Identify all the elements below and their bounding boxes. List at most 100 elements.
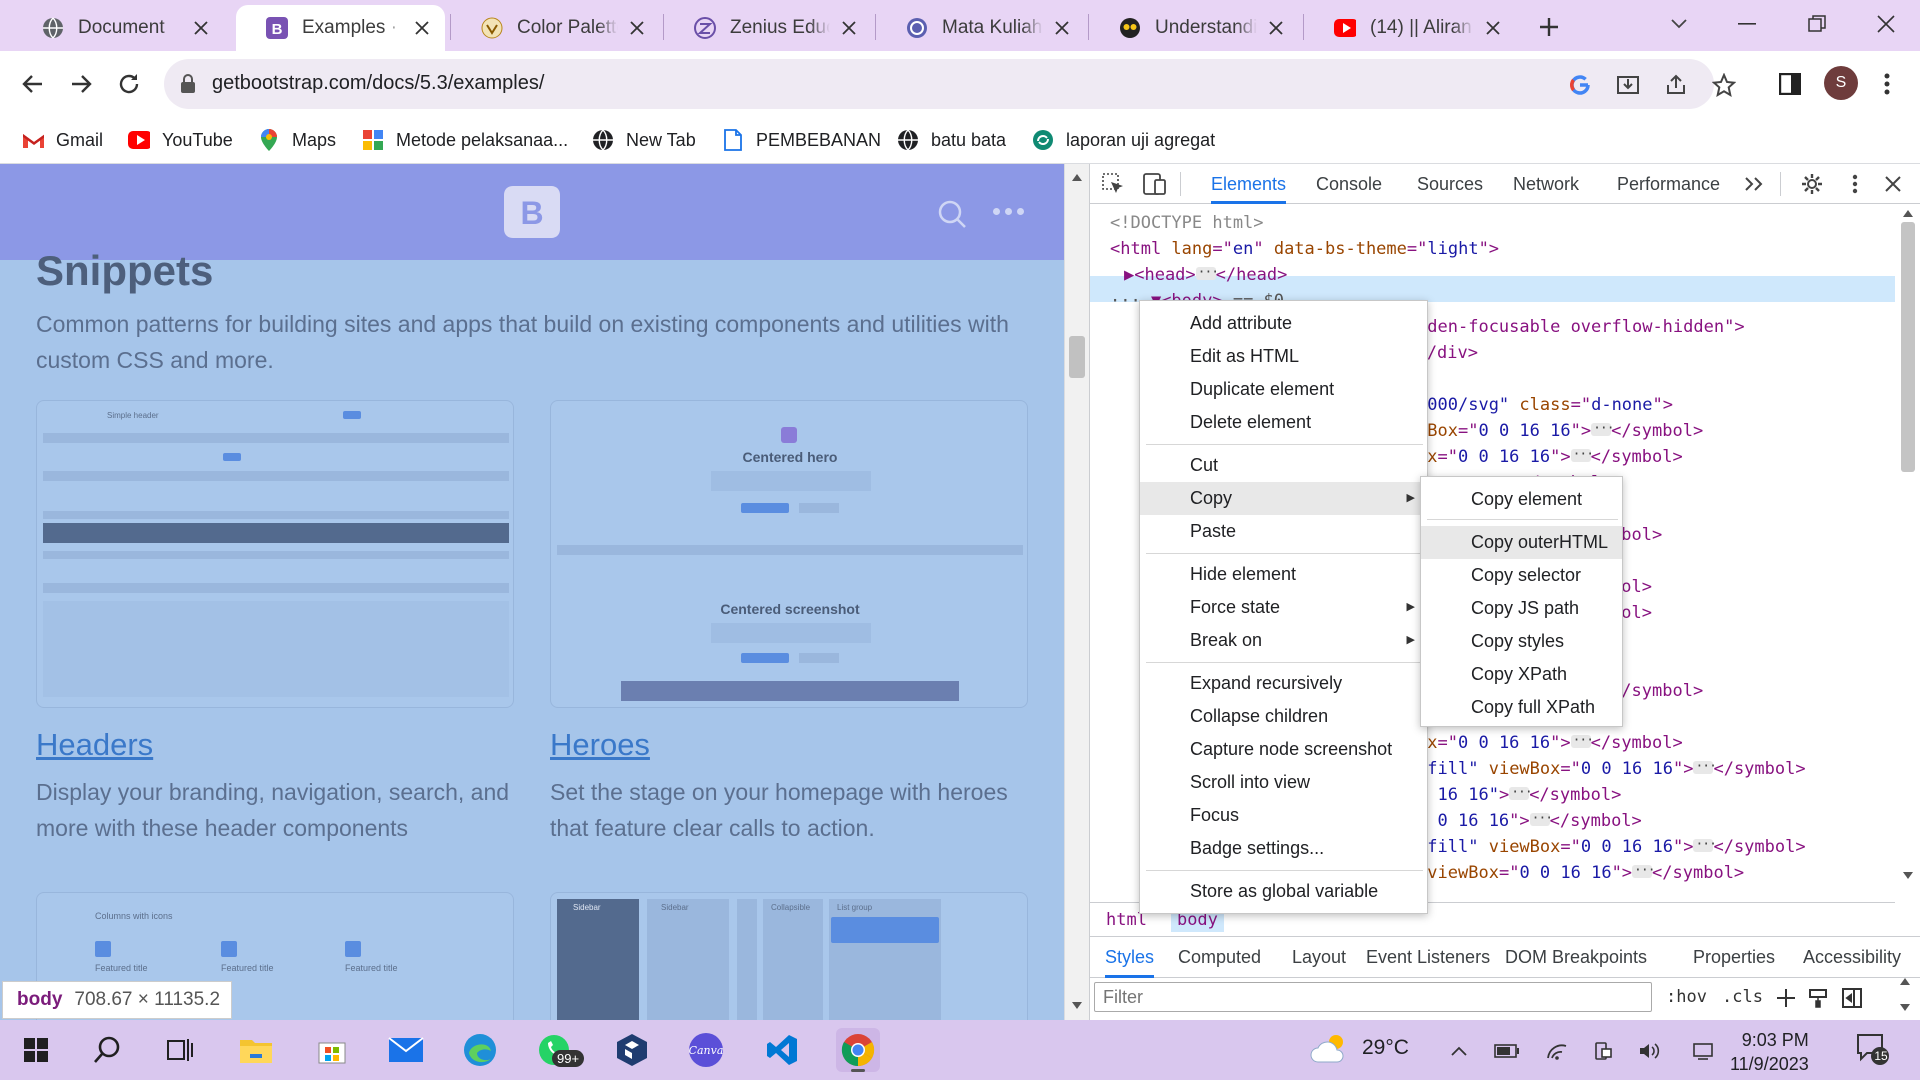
- context-menu-item[interactable]: Edit as HTML: [1140, 340, 1427, 373]
- computed-sidebar-toggle-icon[interactable]: [1842, 988, 1862, 1008]
- chrome-menu-button[interactable]: [1870, 67, 1904, 101]
- browser-tab[interactable]: Zenius Education: [664, 5, 872, 51]
- battery-icon[interactable]: [1494, 1038, 1520, 1064]
- browser-tab[interactable]: Mata Kuliah Fisika: [876, 5, 1085, 51]
- canva-icon[interactable]: Canva: [684, 1028, 728, 1072]
- sketchup-icon[interactable]: [610, 1028, 654, 1072]
- close-tab-icon[interactable]: [1051, 17, 1073, 39]
- task-view-icon[interactable]: [158, 1028, 202, 1072]
- devtools-tab[interactable]: Elements: [1211, 164, 1287, 204]
- chevron-up-icon[interactable]: [1446, 1038, 1472, 1064]
- context-menu-item[interactable]: Break on ▶: [1140, 624, 1427, 657]
- more-dots-icon[interactable]: [993, 208, 1024, 215]
- copy-submenu-item[interactable]: Copy selector: [1421, 559, 1622, 592]
- context-menu-item[interactable]: Focus: [1140, 799, 1427, 832]
- sidebars-preview-card[interactable]: Sidebar Sidebar Collapsible List group: [550, 892, 1028, 1020]
- dom-scroll-thumb[interactable]: [1901, 222, 1915, 472]
- hover-state-toggle[interactable]: :hov: [1666, 982, 1707, 1012]
- close-tab-icon[interactable]: [1482, 17, 1504, 39]
- bookmark-item[interactable]: YouTube: [128, 125, 233, 155]
- context-menu-item[interactable]: Duplicate element: [1140, 373, 1427, 406]
- side-panel-button[interactable]: [1773, 67, 1807, 101]
- close-tab-icon[interactable]: [411, 17, 433, 39]
- inspect-element-icon[interactable]: [1100, 172, 1126, 196]
- context-menu-item[interactable]: Hide element: [1140, 558, 1427, 591]
- devtools-menu-icon[interactable]: [1842, 172, 1868, 196]
- styles-pane-tab[interactable]: Event Listeners: [1366, 937, 1490, 978]
- device-toolbar-icon[interactable]: [1142, 172, 1168, 196]
- heroes-preview-card[interactable]: Centered hero Centered screenshot: [550, 400, 1028, 708]
- copy-submenu-item[interactable]: Copy full XPath: [1421, 691, 1622, 724]
- dom-line[interactable]: <!DOCTYPE html>: [1090, 210, 1895, 236]
- share-icon[interactable]: [1662, 71, 1690, 99]
- collapsed-ellipsis-icon[interactable]: [1591, 416, 1614, 442]
- bookmark-item[interactable]: Gmail: [22, 125, 103, 155]
- bookmark-item[interactable]: PEMBEBANAN: [722, 125, 881, 155]
- context-menu-item[interactable]: Collapse children: [1140, 700, 1427, 733]
- notification-center[interactable]: 15: [1855, 1032, 1889, 1066]
- collapsed-ellipsis-icon[interactable]: [1693, 832, 1716, 858]
- devtools-tab[interactable]: Sources: [1417, 164, 1483, 204]
- chrome-icon[interactable]: [836, 1028, 880, 1072]
- browser-tab[interactable]: (14) || Aliran Musik: [1304, 5, 1516, 51]
- minimize-button[interactable]: [1727, 6, 1767, 42]
- bookmark-item[interactable]: New Tab: [592, 125, 696, 155]
- styles-pane-tab[interactable]: Styles: [1105, 937, 1155, 978]
- context-menu-item[interactable]: Expand recursively: [1140, 667, 1427, 700]
- devtools-tab[interactable]: Network: [1513, 164, 1579, 204]
- bootstrap-logo-icon[interactable]: B: [503, 186, 561, 238]
- context-menu-item[interactable]: Cut: [1140, 449, 1427, 482]
- collapsed-ellipsis-icon[interactable]: [1195, 260, 1218, 286]
- bookmark-item[interactable]: Maps: [258, 125, 336, 155]
- context-menu-item[interactable]: Paste: [1140, 515, 1427, 548]
- headers-preview-card[interactable]: Simple header: [36, 400, 514, 708]
- microsoft-store-icon[interactable]: [310, 1028, 354, 1072]
- wifi-icon[interactable]: [1544, 1038, 1570, 1064]
- collapsed-ellipsis-icon[interactable]: [1509, 780, 1532, 806]
- browser-tab[interactable]: Understanding: [1089, 5, 1299, 51]
- whatsapp-icon[interactable]: 99+: [532, 1028, 585, 1072]
- styles-pane-tab[interactable]: Layout: [1292, 937, 1346, 978]
- file-explorer-icon[interactable]: [234, 1028, 278, 1072]
- close-devtools-icon[interactable]: [1880, 172, 1906, 196]
- browser-tab[interactable]: B Examples · Bootstrap: [236, 5, 445, 51]
- close-window-button[interactable]: [1866, 6, 1906, 42]
- page-scroll-thumb[interactable]: [1069, 336, 1085, 378]
- context-menu-item[interactable]: Force state ▶: [1140, 591, 1427, 624]
- styles-filter-input[interactable]: [1094, 982, 1652, 1012]
- bookmark-item[interactable]: batu bata: [897, 125, 1006, 155]
- system-clock[interactable]: 9:03 PM 11/9/2023: [1730, 1028, 1809, 1076]
- dom-line[interactable]: <html lang="en" data-bs-theme="light">: [1090, 236, 1895, 262]
- google-lens-icon[interactable]: [1566, 71, 1594, 99]
- context-menu-item[interactable]: Badge settings...: [1140, 832, 1427, 865]
- context-menu-item[interactable]: Copy ▶: [1140, 482, 1427, 515]
- search-icon[interactable]: [86, 1028, 130, 1072]
- close-tab-icon[interactable]: [838, 17, 860, 39]
- volume-icon[interactable]: [1636, 1038, 1662, 1064]
- styles-pane-tab[interactable]: Computed: [1178, 937, 1261, 978]
- copy-submenu-item[interactable]: Copy element: [1421, 483, 1622, 516]
- devtools-tab[interactable]: Performance: [1617, 164, 1720, 204]
- new-style-rule-icon[interactable]: [1776, 988, 1796, 1008]
- new-tab-button[interactable]: [1534, 12, 1564, 42]
- dom-scrollbar[interactable]: [1895, 204, 1920, 884]
- install-app-icon[interactable]: [1614, 71, 1642, 99]
- close-tab-icon[interactable]: [190, 17, 212, 39]
- collapsed-ellipsis-icon[interactable]: [1570, 728, 1593, 754]
- close-tab-icon[interactable]: [1265, 17, 1287, 39]
- bookmark-item[interactable]: laporan uji agregat: [1032, 125, 1215, 155]
- collapsed-ellipsis-icon[interactable]: [1693, 754, 1716, 780]
- bookmark-star-icon[interactable]: [1710, 71, 1738, 99]
- forward-button[interactable]: [64, 67, 98, 101]
- headers-link[interactable]: Headers: [36, 727, 153, 763]
- heroes-link[interactable]: Heroes: [550, 727, 650, 763]
- devtools-tab[interactable]: Console: [1316, 164, 1382, 204]
- windows-start-icon[interactable]: [14, 1028, 58, 1072]
- mail-icon[interactable]: [384, 1028, 428, 1072]
- context-menu-item[interactable]: Add attribute: [1140, 307, 1427, 340]
- paint-roller-icon[interactable]: [1808, 988, 1828, 1008]
- weather-widget[interactable]: 29°C: [1310, 1032, 1409, 1064]
- phone-link-icon[interactable]: [1590, 1038, 1616, 1064]
- edge-icon[interactable]: [458, 1028, 502, 1072]
- collapsed-ellipsis-icon[interactable]: [1632, 858, 1655, 884]
